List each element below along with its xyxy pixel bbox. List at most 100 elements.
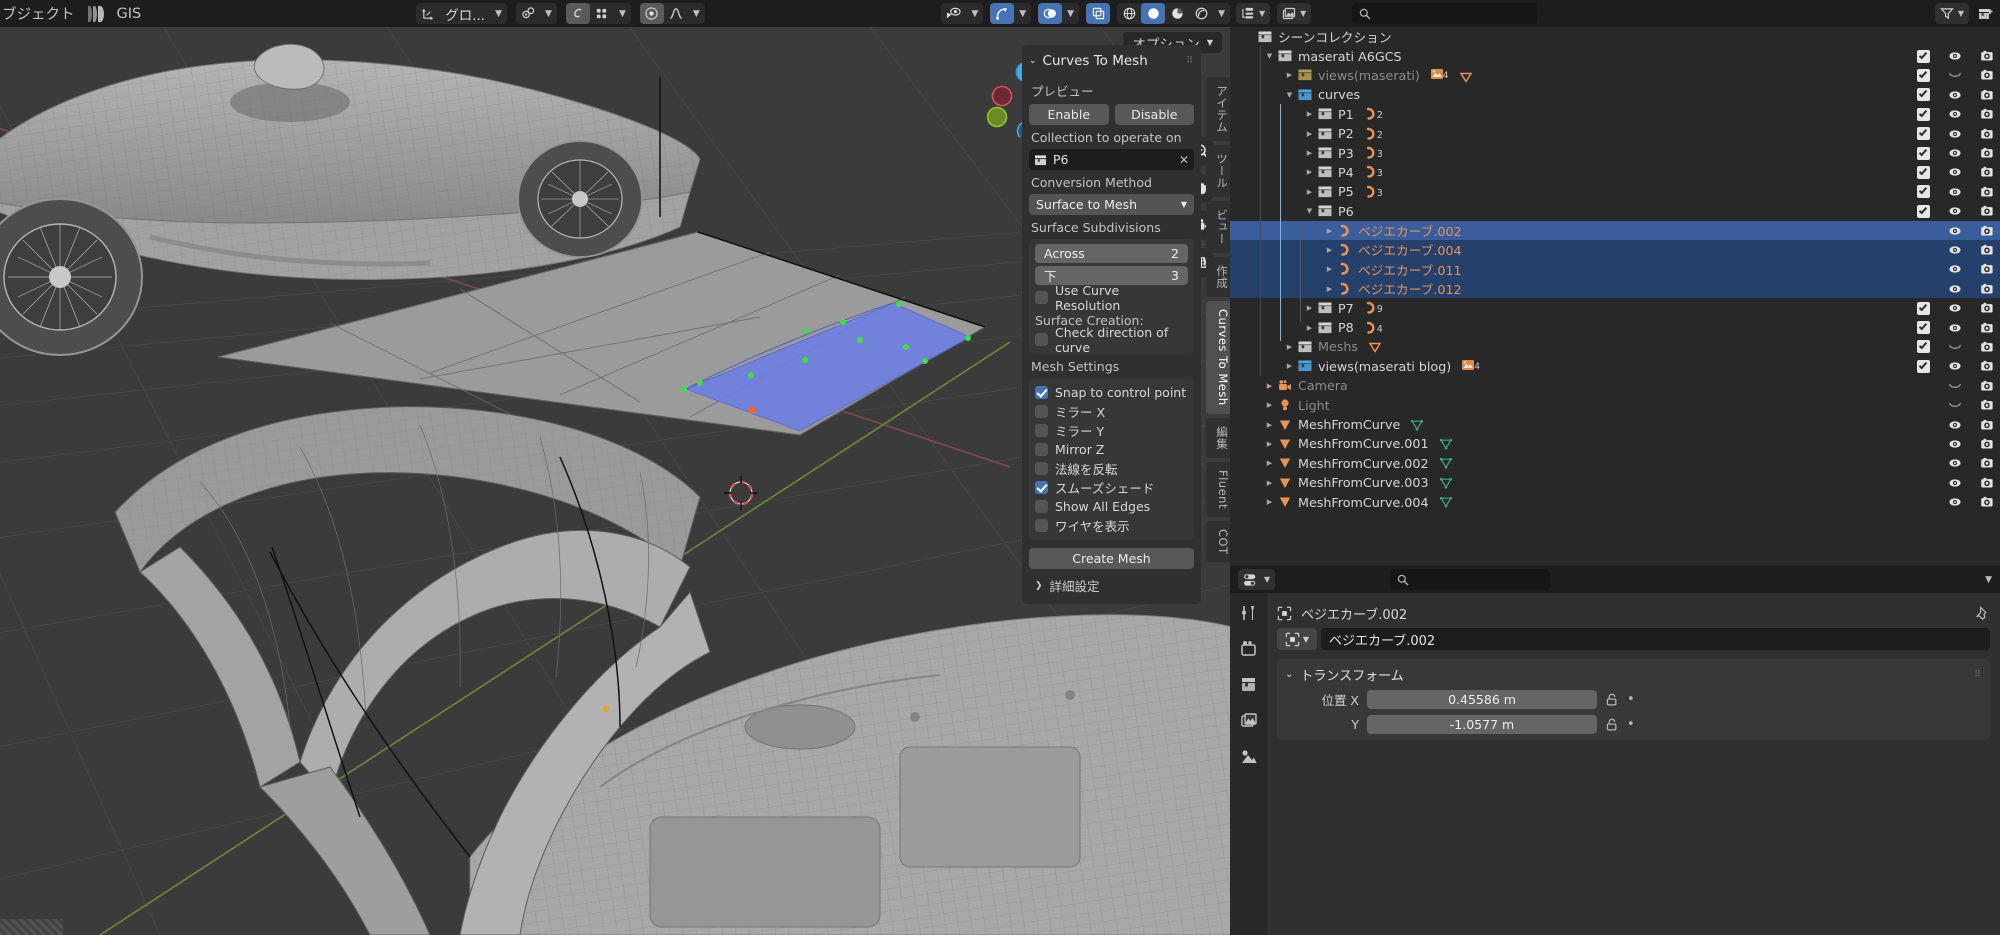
snap-magnet-icon[interactable] bbox=[516, 3, 540, 24]
properties-editor-type-selector[interactable]: ▼ bbox=[1238, 569, 1276, 590]
smooth-shade-checkbox[interactable]: スムーズシェード bbox=[1035, 478, 1188, 497]
camera-render-icon[interactable] bbox=[1980, 282, 1994, 296]
mirror-x-checkbox[interactable]: ミラー X bbox=[1035, 402, 1188, 421]
shading-material-icon[interactable] bbox=[1165, 3, 1189, 24]
outliner-row[interactable]: ▶ P8 4 bbox=[1230, 318, 2000, 337]
tab-scene[interactable] bbox=[1238, 746, 1260, 768]
camera-render-icon[interactable] bbox=[1980, 243, 1994, 257]
eye-open-icon[interactable] bbox=[1948, 204, 1962, 218]
outliner-row[interactable]: ▶ ベジエカーブ.012 bbox=[1230, 279, 2000, 299]
row-checkbox[interactable] bbox=[1917, 146, 1930, 160]
eye-open-icon[interactable] bbox=[1948, 165, 1962, 179]
camera-render-icon[interactable] bbox=[1980, 456, 1994, 470]
row-expand-chevron-right-icon[interactable]: ▶ bbox=[1264, 421, 1275, 429]
eye-open-icon[interactable] bbox=[1948, 321, 1962, 335]
row-expand-chevron-right-icon[interactable]: ▶ bbox=[1324, 227, 1335, 235]
transform-orientation-icon[interactable] bbox=[416, 3, 440, 24]
camera-render-icon[interactable] bbox=[1980, 340, 1994, 354]
sidebar-tab-7[interactable]: COT bbox=[1206, 520, 1230, 563]
tab-output[interactable] bbox=[1238, 674, 1260, 696]
animate-property-dot-icon[interactable]: • bbox=[1627, 717, 1635, 732]
camera-render-icon[interactable] bbox=[1980, 204, 1994, 218]
outliner-row[interactable]: ▶ MeshFromCurve.001 bbox=[1230, 434, 2000, 453]
shading-solid-icon[interactable] bbox=[1141, 3, 1166, 24]
row-expand-chevron-right-icon[interactable]: ▶ bbox=[1304, 149, 1315, 157]
row-expand-chevron-right-icon[interactable]: ▶ bbox=[1324, 246, 1335, 254]
camera-render-icon[interactable] bbox=[1980, 107, 1994, 121]
row-expand-chevron-right-icon[interactable]: ▶ bbox=[1284, 71, 1295, 79]
proportional-falloff-icon[interactable] bbox=[590, 3, 614, 24]
row-expand-chevron-right-icon[interactable]: ▶ bbox=[1264, 382, 1275, 390]
conversion-method-select[interactable]: Surface to Mesh ▼ bbox=[1029, 194, 1194, 215]
row-expand-chevron-right-icon[interactable]: ▶ bbox=[1264, 498, 1275, 506]
eye-open-icon[interactable] bbox=[1948, 49, 1962, 63]
row-checkbox[interactable] bbox=[1917, 165, 1930, 179]
pin-icon[interactable] bbox=[1975, 605, 1990, 621]
collection-clear-icon[interactable]: ✕ bbox=[1179, 153, 1189, 167]
camera-render-icon[interactable] bbox=[1980, 127, 1994, 141]
outliner-row[interactable]: ▶ P5 3 bbox=[1230, 182, 2000, 201]
panel-header[interactable]: ⌄ Curves To Mesh ⠿ bbox=[1029, 51, 1194, 76]
outliner-tree[interactable]: シーンコレクション ▼ maserati A6GCS ▶ views(maserati)… bbox=[1230, 27, 2000, 566]
camera-render-icon[interactable] bbox=[1980, 146, 1994, 160]
snapping-chevron-down-icon[interactable]: ▼ bbox=[540, 9, 557, 19]
row-expand-chevron-right-icon[interactable]: ▶ bbox=[1264, 479, 1275, 487]
outliner-row[interactable]: ▶ ベジエカーブ.011 bbox=[1230, 259, 2000, 280]
eye-open-icon[interactable] bbox=[1948, 262, 1962, 276]
mirror-z-checkbox[interactable]: Mirror Z bbox=[1035, 440, 1188, 459]
sidebar-tab-4[interactable]: Curves To Mesh bbox=[1206, 301, 1230, 414]
camera-render-icon[interactable] bbox=[1980, 359, 1994, 373]
row-checkbox[interactable] bbox=[1917, 340, 1930, 354]
row-expand-chevron-down-icon[interactable]: ▼ bbox=[1264, 52, 1275, 60]
show-wire-checkbox[interactable]: ワイヤを表示 bbox=[1035, 516, 1188, 535]
outliner-row[interactable]: ▶ views(maserati) 4 bbox=[1230, 66, 2000, 85]
row-checkbox[interactable] bbox=[1917, 107, 1930, 121]
falloff-chevron-down-icon[interactable]: ▼ bbox=[688, 9, 705, 19]
row-expand-chevron-right-icon[interactable]: ▶ bbox=[1264, 440, 1275, 448]
row-checkbox[interactable] bbox=[1917, 301, 1930, 315]
transform-field-value[interactable]: -1.0577 m bbox=[1367, 715, 1597, 734]
outliner-row[interactable]: ▶ ベジエカーブ.004 bbox=[1230, 240, 2000, 260]
outliner-row[interactable]: ▼ P6 bbox=[1230, 202, 2000, 221]
row-checkbox[interactable] bbox=[1917, 185, 1930, 199]
object-name-input[interactable]: ベジエカーブ.002 bbox=[1321, 628, 1990, 650]
falloff-curve-icon[interactable] bbox=[664, 3, 688, 24]
outliner-row[interactable]: ▶ MeshFromCurve.004 bbox=[1230, 492, 2000, 511]
outliner-row[interactable]: ▶ MeshFromCurve.002 bbox=[1230, 454, 2000, 473]
eye-open-icon[interactable] bbox=[1948, 88, 1962, 102]
row-checkbox[interactable] bbox=[1917, 88, 1930, 102]
create-mesh-button[interactable]: Create Mesh bbox=[1029, 548, 1194, 569]
outliner-row[interactable]: ▶ P7 9 bbox=[1230, 298, 2000, 317]
outliner-search-input[interactable] bbox=[1352, 3, 1538, 24]
row-expand-chevron-right-icon[interactable]: ▶ bbox=[1264, 401, 1275, 409]
camera-render-icon[interactable] bbox=[1980, 379, 1994, 393]
row-expand-chevron-down-icon[interactable]: ▼ bbox=[1304, 207, 1315, 215]
enable-button[interactable]: Enable bbox=[1029, 104, 1109, 125]
eye-closed-icon[interactable] bbox=[1948, 340, 1962, 354]
eye-open-icon[interactable] bbox=[1948, 127, 1962, 141]
eye-open-icon[interactable] bbox=[1948, 146, 1962, 160]
row-checkbox[interactable] bbox=[1917, 127, 1930, 141]
eye-open-icon[interactable] bbox=[1948, 437, 1962, 451]
sidebar-tab-0[interactable]: アイテム bbox=[1206, 77, 1230, 141]
new-collection-button[interactable] bbox=[1978, 7, 1994, 21]
collection-field[interactable]: P6 ✕ bbox=[1029, 149, 1194, 170]
transform-orientation-value[interactable]: グロ... bbox=[440, 3, 490, 24]
transform-field-value[interactable]: 0.45586 m bbox=[1367, 690, 1597, 709]
show-all-edges-checkbox[interactable]: Show All Edges bbox=[1035, 497, 1188, 516]
shading-rendered-icon[interactable] bbox=[1189, 3, 1213, 24]
properties-search-input[interactable] bbox=[1390, 569, 1551, 590]
shading-wireframe-icon[interactable] bbox=[1117, 3, 1141, 24]
row-expand-chevron-right-icon[interactable]: ▶ bbox=[1264, 459, 1275, 467]
row-checkbox[interactable] bbox=[1917, 204, 1930, 218]
sidebar-tab-2[interactable]: ビュー bbox=[1206, 201, 1230, 253]
camera-render-icon[interactable] bbox=[1980, 495, 1994, 509]
outliner-row[interactable]: ▶ views(maserati blog) 4 bbox=[1230, 357, 2000, 376]
tab-view-layer[interactable] bbox=[1238, 710, 1260, 732]
camera-render-icon[interactable] bbox=[1980, 398, 1994, 412]
eye-open-icon[interactable] bbox=[1948, 301, 1962, 315]
camera-render-icon[interactable] bbox=[1980, 88, 1994, 102]
camera-render-icon[interactable] bbox=[1980, 185, 1994, 199]
row-expand-chevron-right-icon[interactable]: ▶ bbox=[1304, 110, 1315, 118]
filter-button[interactable]: ▼ bbox=[1934, 3, 1969, 24]
